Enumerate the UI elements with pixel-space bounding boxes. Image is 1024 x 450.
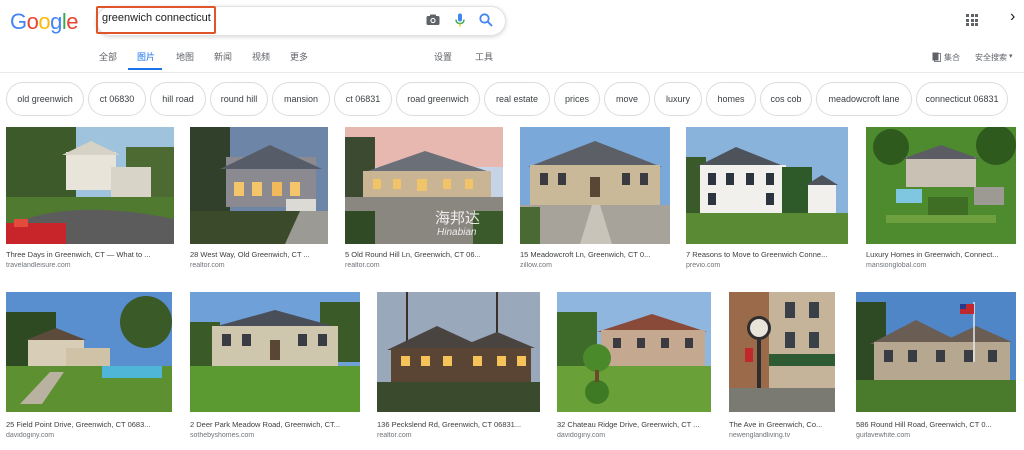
search-icon[interactable] [478,12,494,28]
result-thumbnail[interactable] [377,292,540,412]
result-source: zillow.com [520,262,552,269]
search-tabs: 全部 图片 地图 新闻 视频 更多 设置 工具 [0,50,1024,70]
collections-link[interactable]: 集合 [944,52,960,63]
result-thumbnail[interactable] [557,292,711,412]
result-thumbnail[interactable] [190,127,328,244]
result-caption[interactable]: Luxury Homes in Greenwich, Connect... [866,250,1016,259]
result-caption[interactable]: 136 Peckslend Rd, Greenwich, CT 06831... [377,420,540,429]
result-caption[interactable]: 32 Chateau Ridge Drive, Greenwich, CT ..… [557,420,711,429]
logo-letter: G [10,9,27,34]
chip[interactable]: prices [554,82,600,116]
result-source: newenglandliving.tv [729,432,791,439]
result-thumbnail[interactable] [6,292,172,412]
chip[interactable]: homes [706,82,756,116]
search-input[interactable]: greenwich connecticut [102,12,211,24]
chip[interactable]: meadowcroft lane [816,82,912,116]
active-tab-indicator [128,68,162,70]
result-thumbnail[interactable] [520,127,670,244]
chip[interactable]: cos cob [760,82,812,116]
result-source: mansionglobal.com [866,262,927,269]
image-result[interactable]: The Ave in Greenwich, Co... newenglandli… [729,292,835,442]
result-caption[interactable]: 15 Meadowcroft Ln, Greenwich, CT 0... [520,250,670,259]
logo-letter: g [50,9,62,34]
watermark-text: 海邦达 [435,210,481,227]
result-source: realtor.com [377,432,412,439]
image-result[interactable]: 海邦达 Hinabian 5 Old Round Hill Ln, Greenw… [345,127,503,272]
image-result[interactable]: Luxury Homes in Greenwich, Connect... ma… [866,127,1016,272]
tab-images[interactable]: 图片 [137,50,155,63]
chip[interactable]: ct 06831 [334,82,392,116]
image-result[interactable]: 7 Reasons to Move to Greenwich Conne... … [686,127,848,272]
image-result[interactable]: 28 West Way, Old Greenwich, CT ... realt… [190,127,328,272]
result-caption[interactable]: 7 Reasons to Move to Greenwich Conne... [686,250,848,259]
image-result[interactable]: 136 Peckslend Rd, Greenwich, CT 06831...… [377,292,540,442]
image-result[interactable]: 586 Round Hill Road, Greenwich, CT 0... … [856,292,1016,442]
result-thumbnail[interactable] [729,292,835,412]
result-caption[interactable]: 25 Field Point Drive, Greenwich, CT 0683… [6,420,172,429]
chip[interactable]: mansion [272,82,330,116]
header-divider [0,72,1024,73]
camera-icon[interactable] [425,12,441,28]
result-thumbnail[interactable] [190,292,360,412]
google-logo[interactable]: Google [10,9,79,35]
result-source: davidoginy.com [557,432,606,439]
image-result[interactable]: 32 Chateau Ridge Drive, Greenwich, CT ..… [557,292,711,442]
tab-more[interactable]: 更多 [290,50,308,63]
chip[interactable]: road greenwich [396,82,480,116]
chevron-down-icon[interactable]: ▾ [1009,52,1013,60]
tab-videos[interactable]: 视频 [252,50,270,63]
logo-letter: o [26,9,39,34]
chip[interactable]: real estate [484,82,550,116]
chip[interactable]: hill road [150,82,206,116]
result-thumbnail[interactable] [686,127,848,244]
result-source: previo.com [686,262,721,269]
collections-icon[interactable] [932,52,941,62]
image-result[interactable]: Three Days in Greenwich, CT — What to ..… [6,127,174,272]
result-caption[interactable]: 586 Round Hill Road, Greenwich, CT 0... [856,420,1016,429]
result-source: realtor.com [345,262,380,269]
safesearch-link[interactable]: 安全搜索 [975,52,1007,63]
logo-letter: e [66,9,79,34]
logo-letter: o [38,9,51,34]
image-result[interactable]: 2 Deer Park Meadow Road, Greenwich, CT..… [190,292,360,442]
tab-settings[interactable]: 设置 [434,50,452,63]
chip[interactable]: luxury [654,82,702,116]
result-source: realtor.com [190,262,225,269]
result-caption[interactable]: The Ave in Greenwich, Co... [729,420,835,429]
related-search-chips: old greenwich ct 06830 hill road round h… [0,82,1024,118]
result-caption[interactable]: Three Days in Greenwich, CT — What to ..… [6,250,174,259]
tab-all[interactable]: 全部 [99,50,117,63]
result-caption[interactable]: 2 Deer Park Meadow Road, Greenwich, CT..… [190,420,360,429]
microphone-icon[interactable] [452,12,468,28]
chip[interactable]: move [604,82,650,116]
result-thumbnail[interactable] [6,127,174,244]
tab-news[interactable]: 新闻 [214,50,232,63]
watermark-text: Hinabian [437,227,477,238]
image-result[interactable]: 15 Meadowcroft Ln, Greenwich, CT 0... zi… [520,127,670,272]
tab-maps[interactable]: 地图 [176,50,194,63]
result-thumbnail[interactable] [866,127,1016,244]
image-result[interactable]: 25 Field Point Drive, Greenwich, CT 0683… [6,292,172,442]
result-source: travelandleisure.com [6,262,71,269]
chip[interactable]: old greenwich [6,82,84,116]
result-source: davidoginy.com [6,432,55,439]
result-caption[interactable]: 5 Old Round Hill Ln, Greenwich, CT 06... [345,250,503,259]
chip[interactable]: connecticut 06831 [916,82,1008,116]
result-source: sothebyshomes.com [190,432,255,439]
result-thumbnail[interactable] [856,292,1016,412]
tab-tools[interactable]: 工具 [475,50,493,63]
chip[interactable]: round hill [210,82,268,116]
chip[interactable]: ct 06830 [88,82,146,116]
apps-grid-icon[interactable] [966,14,978,26]
chevron-right-icon[interactable]: › [1010,8,1015,26]
result-source: guifavewhite.com [856,432,911,439]
result-caption[interactable]: 28 West Way, Old Greenwich, CT ... [190,250,328,259]
